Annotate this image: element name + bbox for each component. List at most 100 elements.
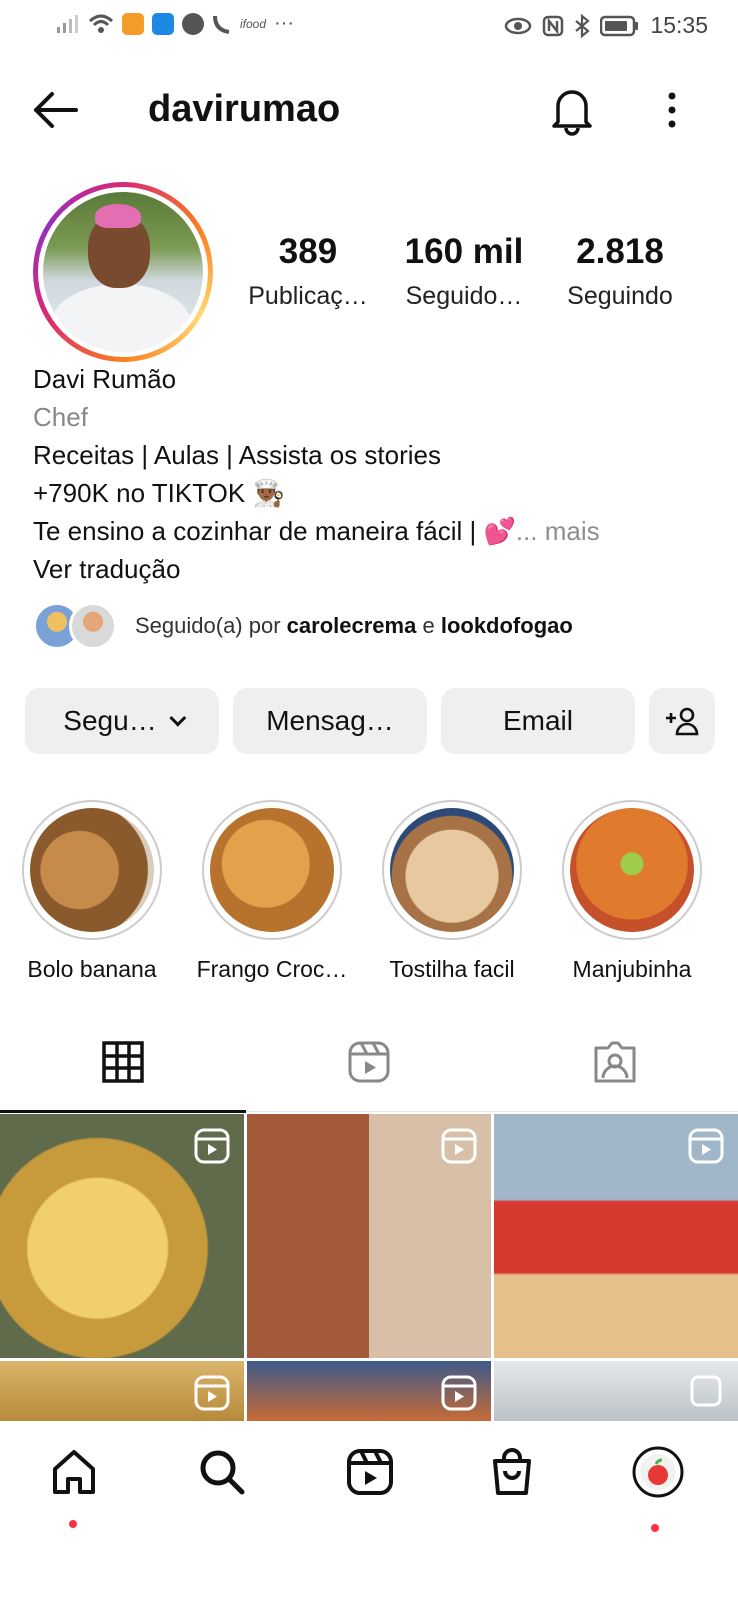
avatar-hair	[95, 204, 141, 228]
status-time: 15:35	[650, 12, 708, 38]
suggested-users-button[interactable]	[649, 688, 715, 754]
bio-ellipsis: ...	[515, 516, 538, 546]
stat-label: Seguido…	[405, 282, 523, 310]
post-thumbnail[interactable]	[247, 1361, 491, 1421]
tab-tagged[interactable]	[492, 1012, 738, 1112]
highlight-cover	[570, 808, 694, 932]
avatar-frame	[38, 187, 208, 357]
chevron-down-icon	[169, 709, 187, 727]
bio-line-truncated: Te ensino a cozinhar de maneira fácil | …	[33, 512, 713, 550]
avatar-body	[51, 284, 191, 352]
highlight-ring	[22, 800, 162, 940]
reels-icon	[347, 1449, 393, 1495]
bluetooth-icon	[575, 13, 591, 38]
bio-line: Receitas | Aulas | Assista os stories	[33, 440, 442, 470]
story-highlights: Bolo banana Frango Croc… Tostilha facil …	[22, 800, 702, 983]
highlight-label: Tostilha facil	[389, 956, 515, 982]
shopping-bag-icon	[493, 1448, 531, 1495]
clock-app-icon	[182, 12, 204, 35]
posts-grid	[0, 1114, 738, 1421]
highlight-ring	[382, 800, 522, 940]
email-button-label: Email	[502, 705, 573, 736]
carousel-indicator-icon	[690, 1375, 722, 1407]
wifi-icon	[88, 14, 114, 33]
highlight-label: Bolo banana	[27, 956, 157, 982]
profile-actions: Segu… Mensag… Email	[25, 688, 715, 754]
stat-label: Seguindo	[567, 282, 673, 310]
highlight-cover	[30, 808, 154, 932]
grid-icon	[102, 1041, 144, 1083]
profile-header: davirumao	[0, 70, 738, 150]
nav-shop[interactable]	[482, 1442, 542, 1502]
highlight-label: Manjubinha	[572, 956, 692, 982]
nav-home[interactable]	[44, 1442, 104, 1502]
nav-search[interactable]	[192, 1442, 252, 1502]
highlight-cover	[390, 808, 514, 932]
notifications-button[interactable]	[548, 84, 596, 136]
see-translation-link[interactable]: Ver tradução	[33, 550, 713, 588]
post-thumbnail[interactable]	[247, 1114, 491, 1358]
followed-by-prefix: Seguido(a) por	[135, 613, 281, 638]
cloud-icon	[152, 12, 174, 35]
eye-icon	[505, 17, 532, 34]
bell-icon	[552, 90, 592, 136]
battery-icon	[600, 15, 639, 36]
tab-posts[interactable]	[0, 1012, 246, 1113]
highlight-item[interactable]: Bolo banana	[22, 800, 162, 983]
post-thumbnail[interactable]	[494, 1361, 738, 1421]
mutual-username: lookdofogao	[440, 613, 573, 638]
back-button[interactable]	[30, 88, 80, 132]
highlight-label: Frango Croc…	[196, 956, 348, 982]
reel-indicator-icon	[194, 1128, 230, 1164]
tagged-icon	[594, 1041, 636, 1083]
more-options-button[interactable]	[650, 84, 694, 136]
email-button[interactable]: Email	[441, 688, 635, 754]
tab-reels[interactable]	[246, 1012, 492, 1112]
stat-label: Publicaç…	[248, 282, 368, 310]
back-arrow-icon	[34, 92, 78, 128]
highlight-item[interactable]: Tostilha facil	[382, 800, 522, 983]
bio-line: Te ensino a cozinhar de maneira fácil | …	[33, 516, 516, 546]
nav-reels[interactable]	[340, 1442, 400, 1502]
status-right: 15:35	[504, 12, 708, 39]
bottom-navigation	[0, 1422, 738, 1600]
avatar-story-ring[interactable]	[33, 182, 213, 362]
search-icon	[200, 1450, 245, 1495]
highlight-item[interactable]: Frango Croc…	[197, 800, 347, 983]
post-thumbnail[interactable]	[0, 1361, 244, 1421]
message-button[interactable]: Mensag…	[233, 688, 427, 754]
following-button-label: Segu…	[63, 705, 157, 736]
stat-value: 2.818	[576, 232, 664, 271]
reel-indicator-icon	[688, 1128, 724, 1164]
stat-followers[interactable]: 160 mil Seguido…	[386, 232, 542, 311]
reel-indicator-icon	[441, 1128, 477, 1164]
highlight-ring	[562, 800, 702, 940]
mutual-username: carolecrema	[286, 613, 417, 638]
highlight-cover	[210, 808, 334, 932]
ifood-icon: ifood	[240, 16, 267, 31]
reels-icon	[348, 1041, 390, 1083]
bio-more-link[interactable]: mais	[545, 516, 600, 546]
nav-profile[interactable]	[628, 1442, 688, 1502]
followed-by-conj: e	[422, 613, 435, 638]
home-icon	[53, 1450, 95, 1494]
followed-by-text: Seguido(a) por carolecrema e lookdofogao	[135, 613, 573, 639]
stat-posts[interactable]: 389 Publicaç…	[230, 232, 386, 311]
reel-indicator-icon	[441, 1375, 477, 1411]
profile-bio: Davi Rumão Chef Receitas | Aulas | Assis…	[33, 360, 713, 588]
followed-by-row[interactable]: Seguido(a) por carolecrema e lookdofogao	[33, 600, 573, 652]
post-thumbnail[interactable]	[0, 1114, 244, 1358]
post-thumbnail[interactable]	[494, 1114, 738, 1358]
phone-missed-icon	[213, 15, 230, 34]
profile-stats: 389 Publicaç… 160 mil Seguido… 2.818 Seg…	[230, 232, 710, 311]
stat-value: 389	[278, 232, 338, 271]
add-person-icon	[666, 707, 699, 736]
stat-following[interactable]: 2.818 Seguindo	[542, 232, 698, 311]
status-bar: ifood ··· 15:35	[0, 0, 738, 52]
nfc-icon	[543, 15, 564, 36]
mutual-avatar	[69, 602, 117, 650]
following-button[interactable]: Segu…	[25, 688, 219, 754]
highlight-item[interactable]: Manjubinha	[562, 800, 702, 983]
avatar	[43, 192, 203, 352]
reel-indicator-icon	[194, 1375, 230, 1411]
